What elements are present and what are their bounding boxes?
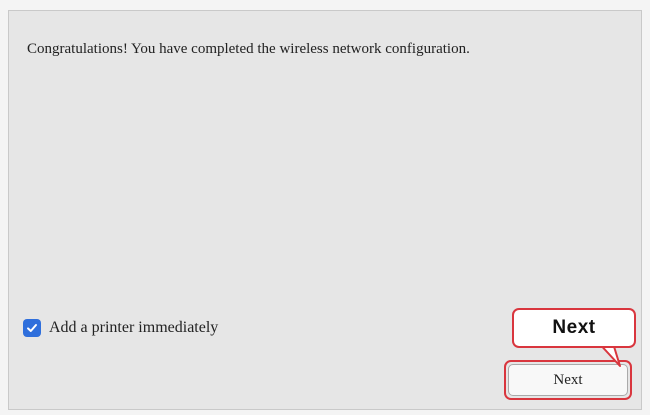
completion-message: Congratulations! You have completed the … bbox=[27, 41, 470, 57]
dialog-panel: Congratulations! You have completed the … bbox=[8, 10, 642, 410]
checkmark-icon bbox=[27, 324, 37, 332]
add-printer-row: Add a printer immediately bbox=[23, 319, 218, 337]
next-callout-label: Next bbox=[512, 308, 636, 348]
next-button[interactable]: Next bbox=[508, 364, 628, 396]
add-printer-checkbox[interactable] bbox=[23, 319, 41, 337]
add-printer-label: Add a printer immediately bbox=[49, 319, 219, 336]
